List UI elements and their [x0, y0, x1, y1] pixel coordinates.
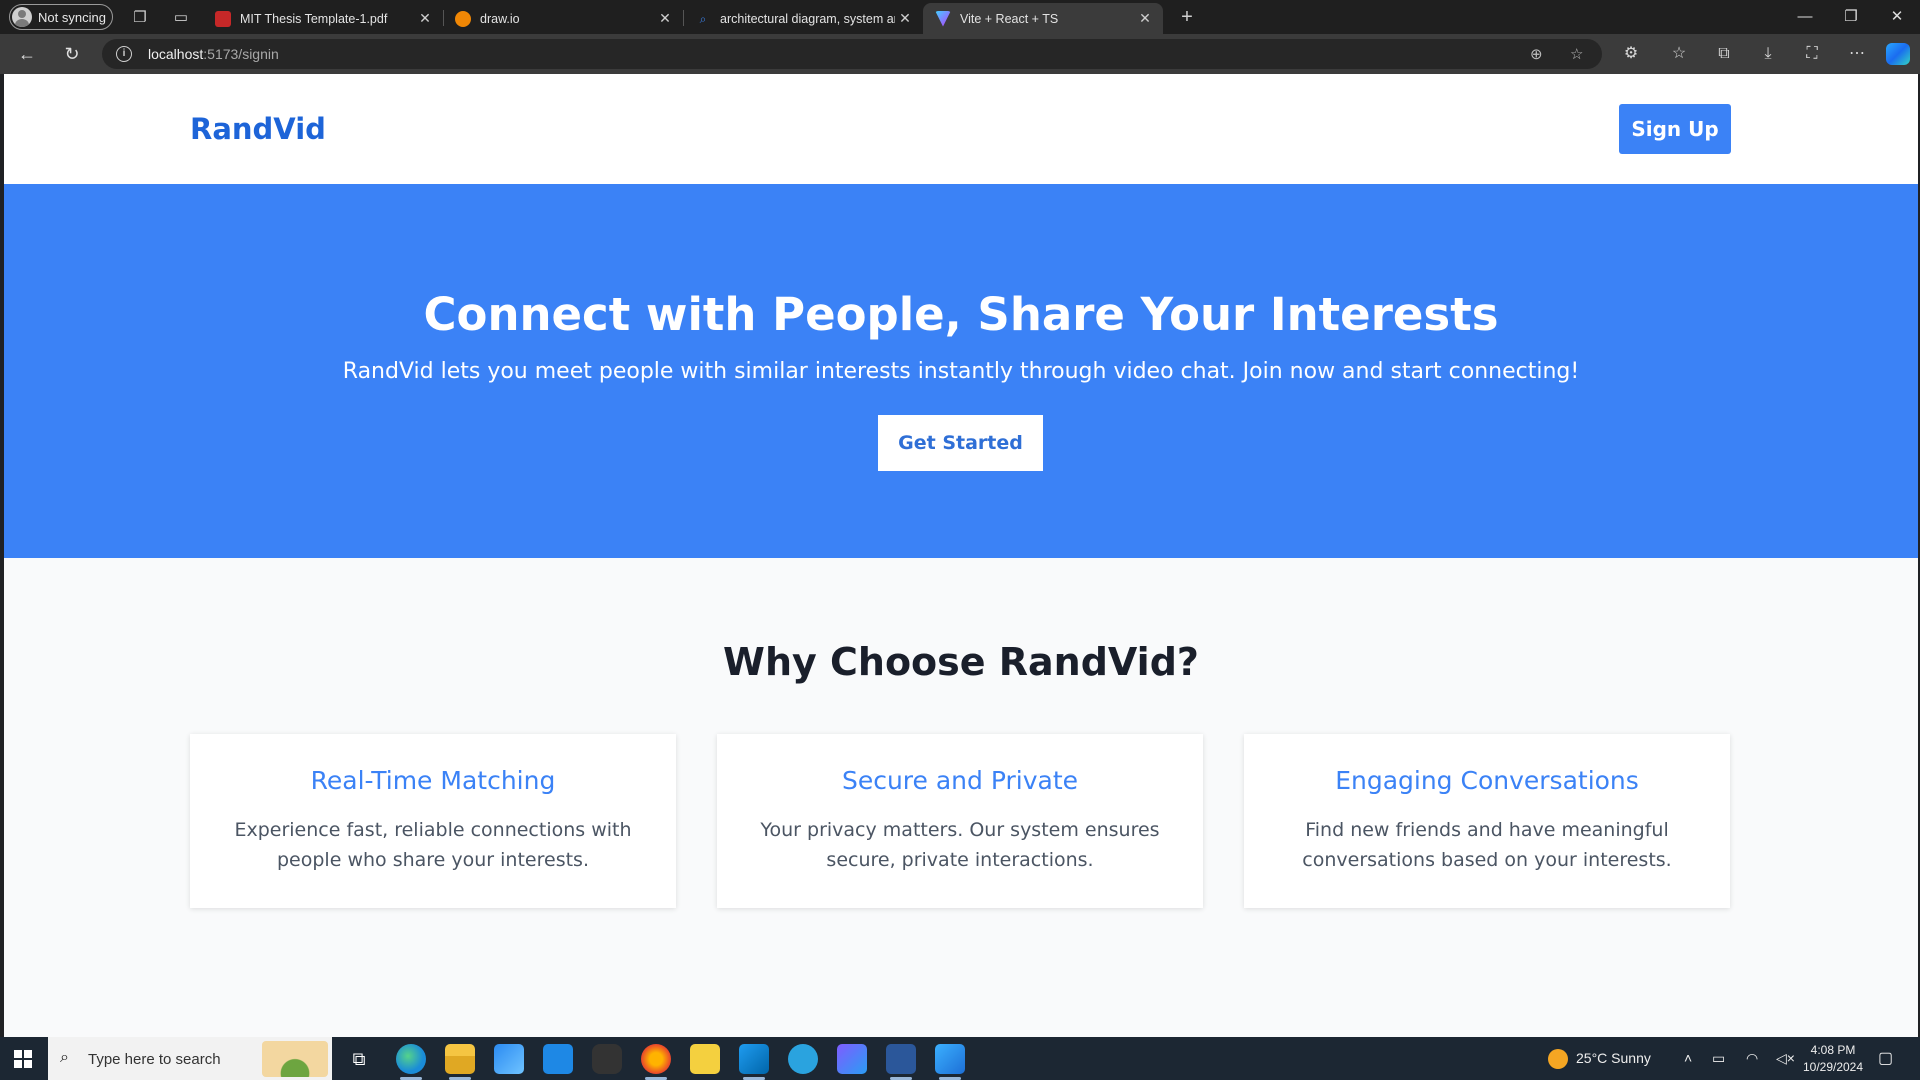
- network-icon[interactable]: ◠: [1746, 1037, 1758, 1080]
- weather-text: 25°C Sunny: [1576, 1050, 1651, 1066]
- copilot-icon[interactable]: [1886, 43, 1910, 65]
- zoom-icon[interactable]: ⊕: [1530, 45, 1543, 63]
- favorite-star-icon[interactable]: ☆: [1570, 45, 1583, 63]
- sign-up-button[interactable]: Sign Up: [1619, 104, 1731, 154]
- store-icon[interactable]: [494, 1044, 524, 1074]
- telegram-icon[interactable]: [788, 1044, 818, 1074]
- refresh-icon[interactable]: ↻: [60, 43, 84, 65]
- search-icon: ⌕: [699, 11, 707, 26]
- site-logo[interactable]: RandVid: [190, 112, 326, 146]
- tab-pdf[interactable]: MIT Thesis Template-1.pdf ✕: [203, 3, 443, 34]
- task-view-icon[interactable]: ⧉: [344, 1044, 374, 1074]
- profile-label: Not syncing: [38, 9, 106, 25]
- url-text[interactable]: localhost:5173/signin: [148, 46, 279, 62]
- hero-title: Connect with People, Share Your Interest…: [423, 288, 1499, 341]
- edge-icon[interactable]: [396, 1044, 426, 1080]
- volume-muted-icon[interactable]: ◁×: [1776, 1037, 1795, 1080]
- clock[interactable]: 4:08 PM 10/29/2024: [1800, 1042, 1866, 1076]
- vscode-icon[interactable]: [739, 1044, 769, 1080]
- screenshot-icon[interactable]: ⛶: [1800, 43, 1824, 65]
- weather-widget[interactable]: 25°C Sunny: [1548, 1037, 1651, 1080]
- profile-button[interactable]: Not syncing: [9, 4, 113, 30]
- clock-date: 10/29/2024: [1802, 1060, 1864, 1074]
- close-icon[interactable]: ✕: [655, 10, 675, 27]
- vite-icon: [935, 10, 951, 27]
- features-heading: Why Choose RandVid?: [723, 640, 1199, 684]
- tab-title: Vite + React + TS: [960, 11, 1059, 26]
- feature-text: Experience fast, reliable connections wi…: [234, 819, 632, 871]
- hero-section: Connect with People, Share Your Interest…: [4, 184, 1918, 558]
- sun-icon: [1548, 1049, 1568, 1070]
- tab-title: architectural diagram, system arch: [720, 11, 895, 26]
- clock-time: 4:08 PM: [1810, 1043, 1856, 1057]
- restore-icon[interactable]: ❐: [1836, 6, 1866, 28]
- tab-title: draw.io: [480, 11, 520, 26]
- tab-drawio[interactable]: draw.io ✕: [443, 3, 683, 34]
- tab-vite[interactable]: Vite + React + TS ✕: [923, 3, 1163, 34]
- search-highlight-image: [262, 1041, 328, 1077]
- site-header: RandVid Sign Up: [4, 74, 1918, 184]
- favorites-icon[interactable]: ☆: [1667, 43, 1691, 65]
- search-icon: ⌕: [60, 1049, 69, 1066]
- window-close-icon[interactable]: ✕: [1882, 6, 1912, 28]
- feature-card: Secure and Private Your privacy matters.…: [717, 734, 1203, 908]
- pdf-icon: [215, 10, 231, 27]
- camera-icon[interactable]: [592, 1044, 622, 1074]
- copilot-app-icon[interactable]: [837, 1044, 867, 1074]
- avatar: [12, 7, 32, 27]
- hero-subtitle: RandVid lets you meet people with simila…: [342, 359, 1580, 384]
- feature-text: Your privacy matters. Our system ensures…: [760, 819, 1160, 871]
- close-icon[interactable]: ✕: [895, 10, 915, 27]
- page-viewport: RandVid Sign Up Connect with People, Sha…: [4, 74, 1918, 1037]
- battery-icon[interactable]: ▭: [1712, 1037, 1725, 1080]
- feature-title: Secure and Private: [841, 766, 1079, 795]
- get-started-button[interactable]: Get Started: [878, 415, 1043, 471]
- address-bar[interactable]: i localhost:5173/signin ⊕ ☆: [102, 39, 1602, 69]
- photos-icon[interactable]: [935, 1044, 965, 1080]
- extensions-icon[interactable]: ⚙: [1619, 43, 1643, 65]
- site-info-icon[interactable]: i: [116, 46, 132, 62]
- close-icon[interactable]: ✕: [1135, 10, 1155, 27]
- back-icon[interactable]: ←: [15, 43, 39, 65]
- close-icon[interactable]: ✕: [415, 10, 435, 27]
- feature-card: Engaging Conversations Find new friends …: [1244, 734, 1730, 908]
- search-placeholder: Type here to search: [88, 1051, 221, 1068]
- mail-icon[interactable]: [543, 1044, 573, 1074]
- feature-text: Find new friends and have meaningful con…: [1302, 819, 1672, 871]
- feature-card: Real-Time Matching Experience fast, reli…: [190, 734, 676, 908]
- word-icon[interactable]: [886, 1044, 916, 1080]
- sticky-notes-icon[interactable]: [690, 1044, 720, 1074]
- tray-overflow-icon[interactable]: ˄: [1684, 1037, 1692, 1080]
- drawio-icon: [455, 10, 471, 27]
- collections-icon[interactable]: ⧉: [1712, 43, 1736, 65]
- feature-title: Real-Time Matching: [310, 766, 556, 795]
- tab-title: MIT Thesis Template-1.pdf: [240, 11, 388, 26]
- downloads-icon[interactable]: ⤓: [1756, 43, 1780, 65]
- more-menu-icon[interactable]: ⋯: [1845, 43, 1869, 65]
- windows-start-icon[interactable]: [14, 1050, 32, 1068]
- minimize-icon[interactable]: —: [1790, 6, 1820, 28]
- tab-actions-icon[interactable]: ▭: [170, 6, 192, 28]
- feature-title: Engaging Conversations: [1335, 766, 1639, 795]
- browser-tab-bar: Not syncing ❐ ▭ MIT Thesis Template-1.pd…: [0, 0, 1920, 34]
- firefox-icon[interactable]: [641, 1044, 671, 1080]
- workspaces-icon[interactable]: ❐: [129, 6, 151, 28]
- browser-toolbar: ← ↻ i localhost:5173/signin ⊕ ☆ ⚙ ☆ ⧉ ⤓ …: [0, 34, 1920, 74]
- notifications-icon[interactable]: ▢: [1878, 1037, 1893, 1080]
- tab-search[interactable]: ⌕ architectural diagram, system arch ✕: [683, 3, 923, 34]
- windows-taskbar: ⌕ Type here to search ⧉ 25°C Sunny ˄ ▭ ◠…: [0, 1037, 1920, 1080]
- new-tab-button[interactable]: +: [1176, 6, 1198, 28]
- file-explorer-icon[interactable]: [445, 1044, 475, 1080]
- taskbar-search-box[interactable]: ⌕ Type here to search: [48, 1037, 332, 1080]
